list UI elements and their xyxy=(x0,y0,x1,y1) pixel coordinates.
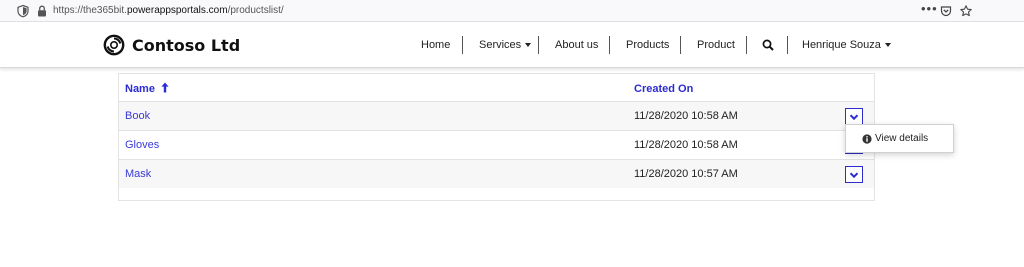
column-header-name[interactable]: Name xyxy=(125,82,169,96)
created-on-cell: 11/28/2020 10:58 AM xyxy=(634,110,738,122)
nav-services-label: Services xyxy=(479,39,522,51)
row-actions-button[interactable] xyxy=(845,108,863,125)
nav-about-us[interactable]: About us xyxy=(555,38,598,52)
product-name-link[interactable]: Mask xyxy=(125,167,151,181)
nav-products[interactable]: Products xyxy=(626,38,669,52)
shield-icon[interactable] xyxy=(16,4,30,18)
nav-services[interactable]: Services xyxy=(479,38,532,52)
caret-down-icon xyxy=(884,43,891,48)
site-header: Contoso Ltd Home Services About us Produ… xyxy=(0,22,1024,68)
nav-divider xyxy=(746,36,747,54)
table-row: Mask 11/28/2020 10:57 AM xyxy=(119,159,874,188)
nav-product[interactable]: Product xyxy=(697,38,735,52)
view-details-label: View details xyxy=(875,133,929,144)
page-actions-menu-button[interactable]: ••• xyxy=(921,1,938,16)
user-name: Henrique Souza xyxy=(802,39,881,51)
created-on-cell: 11/28/2020 10:58 AM xyxy=(634,139,738,151)
nav-divider xyxy=(462,36,463,54)
lock-icon[interactable] xyxy=(35,4,49,18)
nav-divider xyxy=(680,36,681,54)
table-header: Name Created On xyxy=(119,74,874,101)
table-row: Book 11/28/2020 10:58 AM xyxy=(119,101,874,130)
bookmark-star-icon[interactable] xyxy=(959,4,973,18)
product-name-link[interactable]: Book xyxy=(125,109,150,123)
table-row: Gloves 11/28/2020 10:58 AM xyxy=(119,130,874,159)
view-details-menu-item[interactable]: View details xyxy=(862,133,928,145)
chevron-down-icon xyxy=(849,114,859,121)
browser-toolbar: https://the365bit.powerappsportals.com/p… xyxy=(0,0,1024,22)
row-actions-dropdown: View details xyxy=(845,124,954,153)
url-host: powerappsportals.com xyxy=(126,5,228,16)
nav-divider xyxy=(609,36,610,54)
nav-home[interactable]: Home xyxy=(421,38,450,52)
column-name-label: Name xyxy=(125,83,155,95)
pocket-icon[interactable] xyxy=(939,4,953,18)
user-menu[interactable]: Henrique Souza xyxy=(802,38,891,52)
column-header-created-on[interactable]: Created On xyxy=(634,82,693,96)
nav-divider xyxy=(787,36,788,54)
url-path: /productslist/ xyxy=(227,5,284,16)
row-actions-button[interactable] xyxy=(845,166,863,183)
main-nav: Home Services About us Products Product … xyxy=(0,22,1024,68)
url-prefix: https://the365bit. xyxy=(53,5,127,16)
created-on-cell: 11/28/2020 10:57 AM xyxy=(634,168,738,180)
search-icon[interactable] xyxy=(762,39,774,51)
caret-down-icon xyxy=(525,43,532,48)
product-name-link[interactable]: Gloves xyxy=(125,138,159,152)
products-list: Name Created On Book 11/28/2020 10:58 AM… xyxy=(118,73,875,201)
address-bar[interactable]: https://the365bit.powerappsportals.com/p… xyxy=(53,4,284,18)
info-circle-icon xyxy=(862,134,872,144)
sort-arrow-up-icon xyxy=(161,82,169,93)
nav-divider xyxy=(538,36,539,54)
chevron-down-icon xyxy=(849,172,859,179)
